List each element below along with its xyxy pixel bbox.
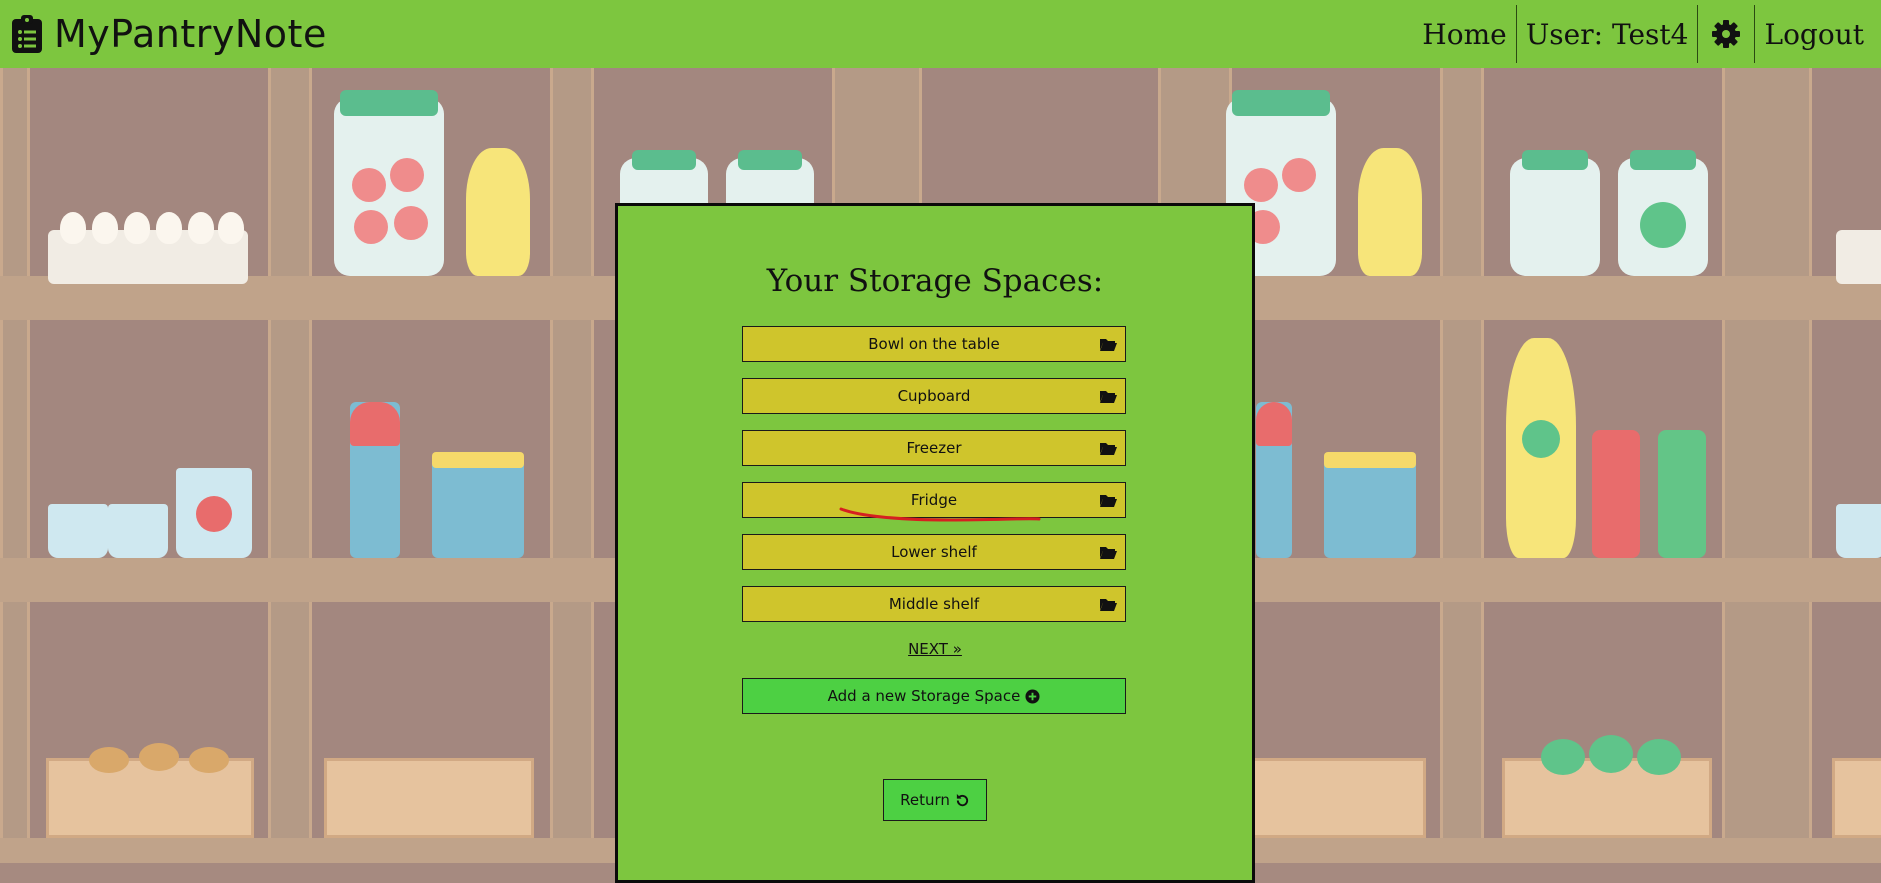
potato-crate [46, 743, 254, 838]
gear-icon [1712, 20, 1741, 48]
storage-spaces-panel: Your Storage Spaces: Bowl on the table C… [615, 203, 1255, 883]
folder-open-icon [1100, 495, 1117, 507]
plus-circle-icon [1025, 688, 1040, 704]
shelf-post [0, 68, 30, 863]
next-page-link[interactable]: NEXT » [618, 640, 1252, 658]
folder-open-icon [1100, 547, 1117, 559]
lettuce-crate [1502, 735, 1712, 838]
storage-space-button[interactable]: Freezer [742, 430, 1126, 466]
nav-user-link[interactable]: User: Test4 [1517, 5, 1698, 63]
brand-title: MyPantryNote [54, 12, 327, 56]
storage-space-button[interactable]: Cupboard [742, 378, 1126, 414]
page-title: Your Storage Spaces: [766, 263, 1104, 299]
yogurt-cup [1836, 504, 1881, 558]
folder-open-icon [1100, 599, 1117, 611]
oil-bottle [1358, 148, 1422, 276]
folder-open-icon [1100, 391, 1117, 403]
storage-space-button[interactable]: Bowl on the table [742, 326, 1126, 362]
shelf-post [550, 68, 594, 863]
oil-bottle [466, 148, 530, 276]
yogurt-cup [48, 504, 108, 558]
storage-space-label: Middle shelf [888, 595, 980, 613]
soda-can [1592, 430, 1640, 558]
storage-space-button[interactable]: Middle shelf [742, 586, 1126, 622]
settings-button[interactable] [1698, 5, 1754, 63]
add-storage-space-label: Add a new Storage Space [827, 687, 1021, 705]
brand-link[interactable]: MyPantryNote [12, 12, 327, 56]
top-navbar: MyPantryNote Home User: Test4 Logout [0, 0, 1881, 68]
shelf-post [268, 68, 312, 863]
undo-icon [956, 793, 968, 806]
nav-logout-link[interactable]: Logout [1755, 5, 1873, 63]
pickle-jar [1618, 150, 1708, 276]
mushroom-jar [1510, 150, 1600, 276]
carrot-crate [1250, 758, 1426, 838]
folder-open-icon [1100, 339, 1117, 351]
clipboard-list-icon [12, 15, 42, 53]
carrot-crate [324, 758, 534, 838]
tomato-jar [334, 90, 444, 276]
folder-open-icon [1100, 443, 1117, 455]
storage-space-button[interactable]: Lower shelf [742, 534, 1126, 570]
spray-can [1256, 402, 1292, 558]
red-underline-annotation [839, 507, 1041, 522]
return-button[interactable]: Return [883, 779, 987, 821]
storage-space-label: Freezer [906, 439, 962, 457]
egg-carton [48, 212, 248, 284]
juice-bottle [1506, 338, 1576, 558]
cookie-tin [432, 452, 524, 558]
storage-space-label: Bowl on the table [868, 335, 1000, 353]
drink-cup [176, 468, 252, 558]
beer-can [1658, 430, 1706, 558]
yogurt-cup [108, 504, 168, 558]
cookie-tin [1324, 452, 1416, 558]
storage-space-label: Lower shelf [891, 543, 977, 561]
return-label: Return [900, 791, 950, 809]
shelf-post [1440, 68, 1484, 863]
nav-menu: Home User: Test4 Logout [1413, 5, 1873, 63]
egg-carton [1836, 230, 1881, 284]
spray-can [350, 402, 400, 558]
nav-home-link[interactable]: Home [1413, 5, 1515, 63]
shelf-post [1722, 68, 1812, 863]
crate [1832, 758, 1881, 838]
storage-space-label: Cupboard [897, 387, 971, 405]
add-storage-space-button[interactable]: Add a new Storage Space [742, 678, 1126, 714]
